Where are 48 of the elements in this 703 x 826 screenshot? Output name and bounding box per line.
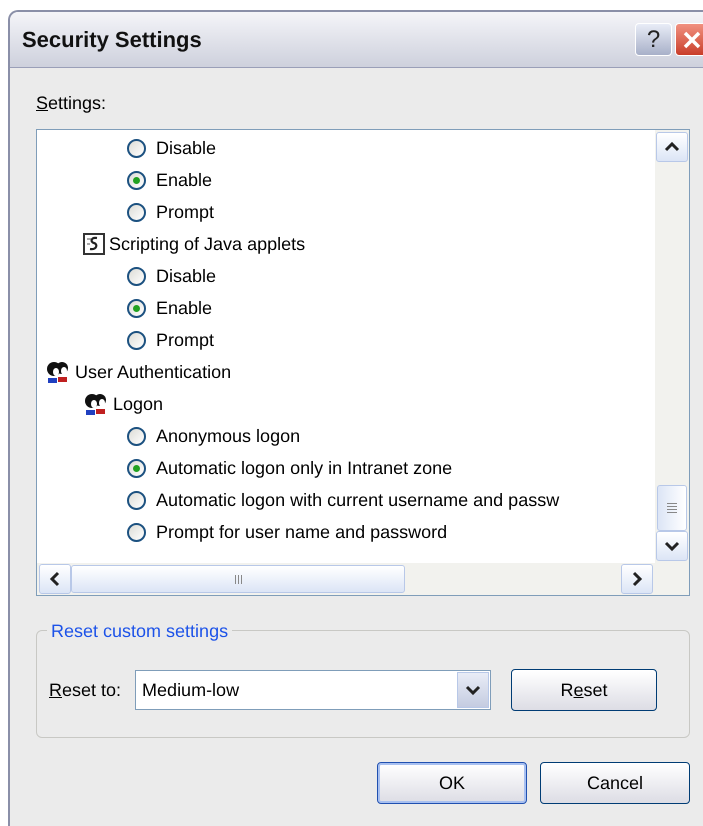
setting-label: Scripting of Java applets	[109, 232, 306, 256]
reset-to-label: Reset to:	[49, 678, 122, 702]
script-icon	[83, 233, 105, 255]
option-label: Prompt	[156, 200, 214, 224]
users-icon	[83, 392, 109, 416]
settings-label: Settings:	[36, 92, 108, 114]
radio-button[interactable]	[127, 330, 146, 350]
scroll-thumb[interactable]	[71, 565, 405, 593]
window-title: Security Settings	[22, 26, 202, 54]
radio-checked[interactable]	[127, 458, 146, 478]
close-icon	[682, 30, 702, 50]
radio-checked[interactable]	[127, 170, 146, 190]
option-label: Prompt for user name and password	[156, 520, 448, 544]
option-label: Disable	[156, 136, 216, 160]
scroll-down-button[interactable]	[656, 531, 688, 561]
option-label: Prompt	[156, 328, 214, 352]
vertical-scrollbar[interactable]	[655, 130, 689, 563]
option-label: Anonymous logon	[156, 424, 300, 448]
arrow-left-icon	[49, 571, 61, 587]
option-label: Enable	[156, 296, 212, 320]
level-dropdown[interactable]: Medium-low	[135, 670, 492, 710]
option-label: Automatic logon with current username and passw	[156, 488, 560, 512]
option-label: Disable	[156, 264, 216, 288]
arrow-down-icon	[664, 540, 680, 552]
scroll-up-button[interactable]	[656, 132, 688, 162]
option-label: Automatic logon only in Intranet zone	[156, 456, 452, 480]
radio-button[interactable]	[127, 202, 146, 222]
close-button[interactable]	[675, 23, 703, 56]
radio-button[interactable]	[127, 522, 146, 542]
scroll-right-button[interactable]	[621, 564, 653, 594]
ok-button[interactable]: OK	[377, 762, 527, 804]
setting-label: Logon	[113, 392, 164, 416]
users-icon	[45, 360, 71, 384]
arrow-up-icon	[664, 141, 680, 153]
scroll-left-button[interactable]	[39, 564, 71, 594]
radio-button[interactable]	[127, 266, 146, 286]
cancel-button[interactable]: Cancel	[540, 762, 690, 804]
help-button[interactable]: ?	[635, 23, 672, 56]
option-label: Enable	[156, 168, 212, 192]
horizontal-scrollbar[interactable]	[37, 563, 689, 595]
reset-button[interactable]: Reset	[511, 669, 658, 711]
radio-button[interactable]	[127, 426, 146, 446]
radio-checked[interactable]	[127, 298, 146, 318]
setting-label: User Authentication	[75, 360, 232, 384]
radio-button[interactable]	[127, 490, 146, 510]
scroll-thumb[interactable]	[657, 485, 687, 531]
radio-button[interactable]	[127, 138, 146, 158]
arrow-right-icon	[631, 571, 643, 587]
